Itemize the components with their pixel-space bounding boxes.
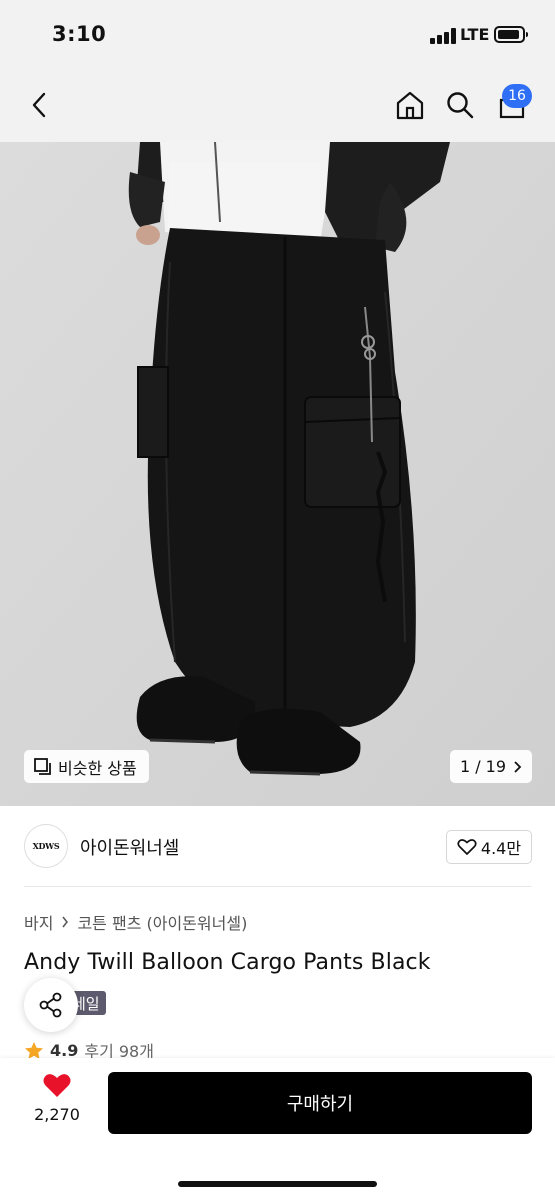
- brand-like-count: 4.4만: [480, 839, 522, 858]
- chevron-right-icon: [514, 760, 522, 773]
- image-pager[interactable]: 1 / 19: [450, 750, 532, 783]
- home-icon: [396, 91, 424, 120]
- breadcrumb: 바지 코튼 팬츠 (아이돈워너셀): [24, 910, 247, 934]
- similar-icon: [34, 757, 51, 775]
- status-time: 3:10: [52, 22, 107, 46]
- wishlist-count: 2,270: [34, 1105, 80, 1124]
- nav-bar: [0, 70, 555, 142]
- product-image[interactable]: [0, 142, 555, 806]
- brand-name[interactable]: 아이돈워너셀: [80, 834, 179, 860]
- brand-row[interactable]: XDWS 아이돈워너셀 4.4만: [0, 806, 555, 886]
- share-button[interactable]: [24, 978, 78, 1032]
- home-indicator: [178, 1181, 377, 1187]
- bottom-bar: 2,270 구매하기: [0, 1058, 555, 1200]
- heart-outline-icon: [457, 839, 477, 855]
- brand-like-button[interactable]: 4.4만: [446, 830, 532, 864]
- cart-count-badge: 16: [502, 84, 532, 108]
- breadcrumb-subcategory[interactable]: 코튼 팬츠 (아이돈워너셀): [77, 910, 247, 934]
- status-bar: 3:10 LTE: [0, 0, 555, 70]
- battery-icon: [494, 26, 528, 43]
- buy-button[interactable]: 구매하기: [108, 1072, 532, 1134]
- divider: [24, 886, 531, 887]
- similar-products-button[interactable]: 비슷한 상품: [24, 750, 149, 783]
- star-icon: [25, 1041, 43, 1059]
- pager-label: 1 / 19: [459, 757, 507, 776]
- brand-logo[interactable]: XDWS: [24, 824, 68, 868]
- chevron-left-icon: [32, 92, 46, 118]
- rating-value: 4.9: [50, 1040, 79, 1060]
- breadcrumb-category[interactable]: 바지: [24, 910, 53, 934]
- share-icon: [39, 992, 62, 1018]
- chevron-right-icon: [62, 916, 69, 928]
- product-title: Andy Twill Balloon Cargo Pants Black: [24, 950, 431, 975]
- similar-label: 비슷한 상품: [58, 758, 137, 778]
- search-icon: [447, 92, 474, 119]
- back-button[interactable]: [20, 85, 60, 125]
- network-label: LTE: [460, 25, 490, 44]
- search-button[interactable]: [440, 85, 480, 125]
- wishlist-button[interactable]: 2,270: [24, 1072, 90, 1132]
- signal-icon: [430, 28, 456, 44]
- heart-filled-icon: [43, 1074, 71, 1097]
- home-button[interactable]: [390, 85, 430, 125]
